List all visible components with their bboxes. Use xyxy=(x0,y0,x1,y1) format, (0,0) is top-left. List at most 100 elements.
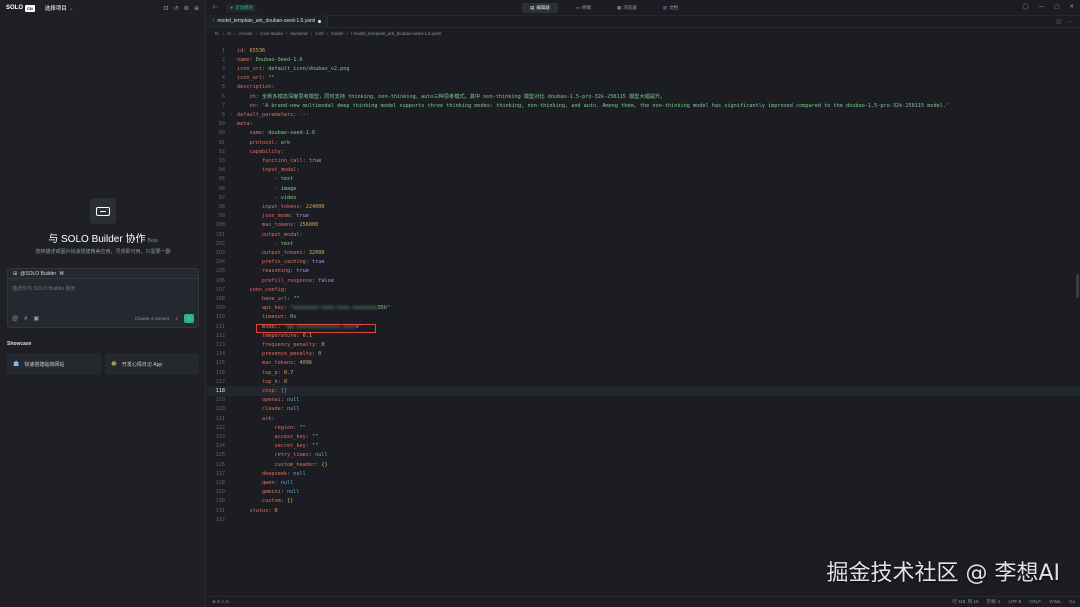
scroll-thumb[interactable] xyxy=(1076,274,1079,298)
code-line[interactable]: 108 base_url: "" xyxy=(207,294,1080,303)
tab-terminal[interactable]: ▭ 终端 xyxy=(568,3,599,13)
status-item[interactable]: 空格: 2 xyxy=(987,599,1001,605)
breadcrumb-segment[interactable]: ! model_template_ark_doubao-seed-1.6.yam… xyxy=(351,31,442,36)
code-line[interactable]: 129 gemini: null xyxy=(207,488,1080,497)
status-item[interactable]: 行 118, 列 15 xyxy=(952,599,978,605)
code-editor[interactable]: 1 id: 65536 2 name: Doubao-Seed-1.6 3 icon_ur… xyxy=(207,44,1080,596)
tab-browser[interactable]: ▦ 浏览器 xyxy=(609,3,645,13)
mode-chip[interactable]: ● 灵动模组 xyxy=(226,3,257,12)
code-line[interactable]: 124 secret_key: "" xyxy=(207,442,1080,451)
code-line[interactable]: 94 input_modal: xyxy=(207,166,1080,175)
chat-input-box[interactable]: ⊞ @SOLO Builder ⌘ 描述你与 SOLO Builder 聊天 @… xyxy=(7,268,199,328)
breadcrumb-segment[interactable]: AI xyxy=(227,31,231,36)
more-actions-icon[interactable]: ⋯ xyxy=(1067,19,1072,25)
status-item[interactable]: YAML xyxy=(1049,599,1061,605)
status-item[interactable]: UTF-8 xyxy=(1009,599,1022,605)
code-line[interactable]: 113 frequency_penalty: 0 xyxy=(207,340,1080,349)
project-selector[interactable]: 选择项目 ⌄ xyxy=(45,4,74,12)
code-line[interactable]: 123 access_key: "" xyxy=(207,432,1080,441)
code-line[interactable]: 98 input_tokens: 224000 xyxy=(207,202,1080,211)
close-window-icon[interactable]: ✕ xyxy=(1069,4,1074,10)
code-line[interactable]: 105 reasoning: true xyxy=(207,267,1080,276)
code-line[interactable]: 92 capability: xyxy=(207,147,1080,156)
code-line[interactable]: 107 conn_config: xyxy=(207,285,1080,294)
code-line[interactable]: 125 retry_times: null xyxy=(207,451,1080,460)
tab-editor[interactable]: ▤ 编辑器 xyxy=(522,3,558,13)
code-line[interactable]: 128 qwen: null xyxy=(207,478,1080,487)
code-line[interactable]: 2 name: Doubao-Seed-1.6 xyxy=(207,55,1080,64)
code-line[interactable]: 104 prefix_caching: true xyxy=(207,258,1080,267)
mention-icon[interactable]: @ xyxy=(12,316,18,322)
code-line[interactable]: 95 - text xyxy=(207,175,1080,184)
context-icon[interactable]: # xyxy=(24,316,27,322)
code-line[interactable]: 91 protocol: ark xyxy=(207,138,1080,147)
restore-icon[interactable]: ▢ xyxy=(1054,4,1059,10)
code-line[interactable]: 131 status: 0 xyxy=(207,506,1080,515)
more-icon[interactable]: ⊕ xyxy=(194,5,199,12)
code-line[interactable]: 116 top_p: 0.7 xyxy=(207,368,1080,377)
breadcrumb-segment[interactable]: model xyxy=(331,31,343,36)
code-line[interactable]: 93 function_call: true xyxy=(207,156,1080,165)
code-line[interactable]: 118 stop: [] xyxy=(207,386,1080,396)
user-icon[interactable]: ◯ xyxy=(1023,4,1029,10)
code-line[interactable]: 115 max_tokens: 4096 xyxy=(207,359,1080,368)
problems-indicator[interactable]: ⊗ 0 ⚠ 0 xyxy=(212,599,229,605)
tab-docs[interactable]: ▥ 文档 xyxy=(655,3,686,13)
code-line[interactable]: 101 output_modal: xyxy=(207,230,1080,239)
mic-icon[interactable]: ♪ xyxy=(175,316,178,322)
code-line[interactable]: 100 max_tokens: 256000 xyxy=(207,221,1080,230)
code-line[interactable]: 90 name: doubao-seed-1.6 xyxy=(207,129,1080,138)
breadcrumb-segment[interactable]: D: xyxy=(215,31,220,36)
code-line[interactable]: 120 claude: null xyxy=(207,405,1080,414)
code-line[interactable]: 8 › default_parameters: ··· xyxy=(207,110,1080,119)
send-button[interactable]: ↑ xyxy=(184,314,194,323)
chat-input[interactable]: 描述你与 SOLO Builder 聊天 xyxy=(8,279,198,298)
image-icon[interactable]: ▣ xyxy=(33,315,39,322)
code-line[interactable]: 126 custom_header: {} xyxy=(207,460,1080,469)
fold-chevron-icon[interactable]: › xyxy=(225,112,237,118)
code-line[interactable]: 5 description: xyxy=(207,83,1080,92)
model-selector[interactable]: Claude-4-Sonnet xyxy=(135,316,169,321)
code-line[interactable]: 114 presence_penalty: 0 xyxy=(207,350,1080,359)
code-line[interactable]: 119 openai: null xyxy=(207,396,1080,405)
code-line[interactable]: 97 - video xyxy=(207,193,1080,202)
code-line[interactable]: 110 timeout: 0s xyxy=(207,313,1080,322)
code-line[interactable]: 7 en: 'A brand-new multimodal deep think… xyxy=(207,101,1080,110)
code-line[interactable]: 6 zh: 全新多模态深度思考模型，同时支持 thinking、non-thin… xyxy=(207,92,1080,101)
code-line[interactable]: 96 - image xyxy=(207,184,1080,193)
unsaved-dot-icon[interactable] xyxy=(318,19,322,23)
code-line[interactable]: 127 deepseek: null xyxy=(207,469,1080,478)
sidebar-toggle-icon[interactable]: ⊢ xyxy=(213,4,218,11)
agent-mention[interactable]: ⊞ @SOLO Builder ⌘ xyxy=(8,269,198,279)
breadcrumb-segment[interactable]: Aicode xyxy=(239,31,253,36)
new-chat-icon[interactable]: ⊡ xyxy=(164,5,169,12)
code-line[interactable]: 103 output_tokens: 32000 xyxy=(207,248,1080,257)
code-line[interactable]: 130 custom: {} xyxy=(207,497,1080,506)
code-line[interactable]: 4 icon_url: "" xyxy=(207,74,1080,83)
breadcrumb-segment[interactable]: backend xyxy=(291,31,308,36)
code-line[interactable]: 122 region: "" xyxy=(207,423,1080,432)
editor-scrollbar[interactable] xyxy=(1074,44,1080,596)
code-line[interactable]: 106 prefill_response: false xyxy=(207,276,1080,285)
settings-icon[interactable]: ⚙ xyxy=(184,5,189,12)
status-item[interactable]: CRLF xyxy=(1029,599,1041,605)
minimize-icon[interactable]: — xyxy=(1039,4,1045,10)
close-icon[interactable]: ⌘ xyxy=(59,271,64,277)
code-line[interactable]: 109 api_key: "xxxxxxxx-xxxx-xxxx-xxxxxxx… xyxy=(207,304,1080,313)
code-line[interactable]: 99 json_mode: true xyxy=(207,212,1080,221)
code-line[interactable]: 132 xyxy=(207,515,1080,524)
code-line[interactable]: 1 id: 65536 xyxy=(207,46,1080,55)
split-editor-icon[interactable]: ◫ xyxy=(1056,19,1061,25)
code-line[interactable]: 117 top_k: 0 xyxy=(207,377,1080,386)
code-line[interactable]: 102 - text xyxy=(207,239,1080,248)
breadcrumb-segment[interactable]: conf xyxy=(315,31,324,36)
file-tab-active[interactable]: ! model_template_ark_doubao-seed-1.6.yam… xyxy=(207,15,329,27)
code-line[interactable]: 89 meta: xyxy=(207,120,1080,129)
code-line[interactable]: 121 ark: xyxy=(207,414,1080,423)
status-item[interactable]: Go xyxy=(1069,599,1075,605)
code-line[interactable]: 3 icon_uri: default_icon/doubao_v2.png xyxy=(207,64,1080,73)
history-icon[interactable]: ↺ xyxy=(174,5,179,12)
breadcrumb-segment[interactable]: coze-studio xyxy=(260,31,283,36)
showcase-card-diary-app[interactable]: ❋ 开发心情日记 App xyxy=(105,353,199,375)
showcase-card-website[interactable]: ☗ 快速搭建临商网站 xyxy=(7,353,101,375)
